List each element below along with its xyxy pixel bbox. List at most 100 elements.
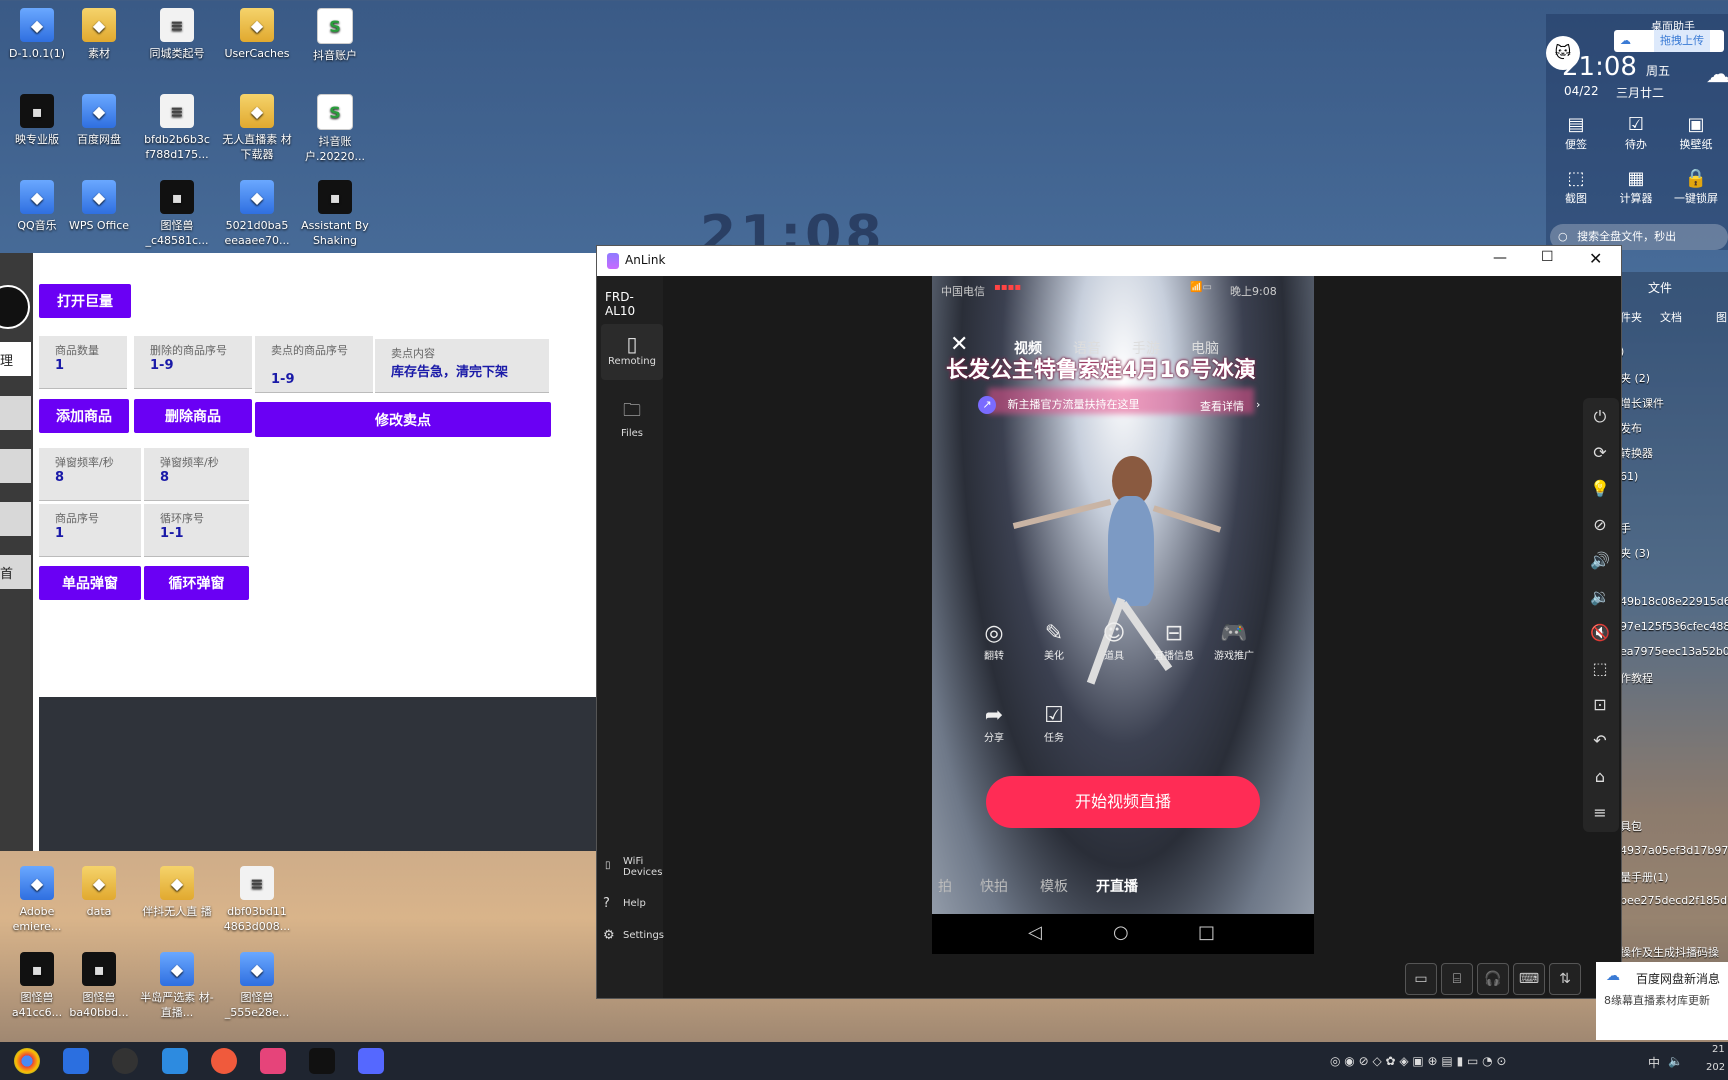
desktop-icon[interactable]: ◆ 半岛严选素 材-直播... (140, 952, 214, 1020)
field-selling-content[interactable]: 卖点内容 库存告急，清完下架 (375, 339, 549, 393)
baidu-notification[interactable]: ☁ 百度网盘新消息 8缘幕直播素材库更新 (1596, 962, 1728, 1040)
modify-selling-button[interactable]: 修改卖点 (255, 402, 551, 437)
recorder-taskbar-icon[interactable] (211, 1048, 237, 1074)
minimize-button[interactable]: — (1493, 250, 1507, 266)
tray-icons[interactable]: ◎ ◉ ⊘ ◇ ✿ ◈ ▣ ⊕ ▤ ▮ ▭ ◔ ⊙ (1330, 1054, 1506, 1068)
assistant-taskbar-icon[interactable] (309, 1048, 335, 1074)
desktop-icon[interactable]: ≡ dbf03bd11 4863d008... (220, 866, 294, 934)
field-delete-index[interactable]: 删除的商品序号 1-9 (134, 336, 252, 389)
device-toggle-button[interactable]: ⌸ (1441, 963, 1473, 995)
widget-todo[interactable]: ☑ 待办 (1606, 114, 1666, 152)
bulb-icon[interactable]: 💡 (1585, 474, 1615, 504)
nav-files[interactable]: 🗀 Files (601, 398, 663, 439)
nav-remoting[interactable]: ▯ Remoting (601, 324, 663, 380)
back-icon[interactable]: ◁ (1028, 922, 1042, 943)
widget-lock[interactable]: 🔒 一键锁屏 (1666, 168, 1726, 206)
sidebar-item-4[interactable] (0, 502, 31, 536)
clock-time[interactable]: 21 (1712, 1044, 1725, 1055)
widget-screenshot[interactable]: ⬚ 截图 (1546, 168, 1606, 206)
record-area-icon[interactable]: ⊡ (1585, 690, 1615, 720)
upload-button[interactable]: ☁ 拖拽上传 (1614, 30, 1724, 52)
baidu-netdisk-taskbar-icon[interactable] (63, 1048, 89, 1074)
tool-props[interactable]: ☺ 道具 (1084, 621, 1144, 662)
recents-icon[interactable]: □ (1198, 922, 1215, 943)
widget-calculator[interactable]: ▦ 计算器 (1606, 168, 1666, 206)
avatar-circle[interactable] (0, 285, 30, 329)
layout-toggle-button[interactable]: ▭ (1405, 963, 1437, 995)
notice-bar[interactable]: ↗ 新主播官方流量扶持在这里 查看详情 › (978, 396, 1268, 422)
undo-icon[interactable]: ↶ (1585, 726, 1615, 756)
sidebar-item-home[interactable]: 首 (0, 555, 31, 589)
mute-icon[interactable]: 🔇 (1585, 618, 1615, 648)
file-result-item[interactable]: 97e125f536cfec488 (1620, 620, 1728, 633)
desktop-icon[interactable]: ◆ 百度网盘 (62, 94, 136, 147)
anlink-taskbar-icon[interactable] (358, 1048, 384, 1074)
tool-task[interactable]: ☑ 任务 (1024, 703, 1084, 744)
tool-live-info[interactable]: ⊟ 直播信息 (1144, 621, 1204, 662)
desktop-icon[interactable]: ▪ 图怪兽 ba40bbd... (62, 952, 136, 1020)
headphone-button[interactable]: 🎧 (1477, 963, 1509, 995)
sidebar-item-3[interactable] (0, 449, 31, 483)
home-icon[interactable]: ○ (1113, 922, 1129, 943)
add-product-button[interactable]: 添加商品 (39, 399, 129, 433)
ime-indicator[interactable]: 中 (1648, 1054, 1660, 1071)
desktop-icon[interactable]: ≡ 同城类起号 (140, 8, 214, 61)
file-tab-images[interactable]: 图 (1716, 309, 1727, 325)
field-popup-freq-1[interactable]: 弹窗频率/秒 8 (39, 448, 141, 501)
keyboard-button[interactable]: ⌨ (1513, 963, 1545, 995)
maximize-button[interactable]: ☐ (1541, 249, 1554, 265)
field-loop-index[interactable]: 循环序号 1-1 (144, 504, 249, 557)
bottom-tab-template[interactable]: 模板 (1040, 876, 1068, 896)
desktop-icon[interactable]: S 抖音账 户.20220... (298, 94, 372, 164)
file-result-item[interactable]: 夹 (2) (1620, 370, 1650, 386)
desktop-icon[interactable]: ◆ 素材 (62, 8, 136, 61)
file-result-item[interactable]: 转换器 (1620, 445, 1653, 461)
transfer-button[interactable]: ⇅ (1549, 963, 1581, 995)
desktop-icon[interactable]: ◆ 图怪兽 _555e28e... (220, 952, 294, 1020)
tool-share[interactable]: ➦ 分享 (964, 703, 1024, 744)
single-popup-button[interactable]: 单品弹窗 (39, 566, 141, 600)
file-result-item[interactable]: 49b18c08e22915d67 (1620, 595, 1728, 608)
menu-icon[interactable]: ≡ (1585, 798, 1615, 828)
file-result-item[interactable]: 增长课件 (1620, 395, 1664, 411)
screenshot-icon[interactable]: ⬚ (1585, 654, 1615, 684)
rotate-icon[interactable]: ⟳ (1585, 438, 1615, 468)
chrome-taskbar-icon[interactable] (14, 1048, 40, 1074)
bottom-tab-shoot[interactable]: 拍 (938, 876, 952, 896)
file-result-item[interactable]: 量手册(1) (1620, 869, 1669, 885)
file-result-item[interactable]: 夹 (3) (1620, 545, 1650, 561)
tool-game-promo[interactable]: 🎮 游戏推广 (1204, 621, 1264, 662)
widget-wallpaper[interactable]: ▣ 换壁纸 (1666, 114, 1726, 152)
clock-date[interactable]: 202 (1706, 1062, 1725, 1073)
obs-taskbar-icon[interactable] (112, 1048, 138, 1074)
desktop-icon[interactable]: ◆ 无人直播素 材下载器 (220, 94, 294, 162)
nav-wifi-devices[interactable]: ▯ WiFi Devices (601, 856, 663, 878)
tool-beautify[interactable]: ✎ 美化 (1024, 621, 1084, 662)
open-juliang-button[interactable]: 打开巨量 (39, 284, 131, 318)
widget-note[interactable]: ▤ 便签 (1546, 114, 1606, 152)
home-icon[interactable]: ⌂ (1585, 762, 1615, 792)
power-icon[interactable]: ⏻ (1585, 402, 1615, 432)
phone-mirror-screen[interactable]: 中国电信 ▪▪▪▪ 📶▭ 晚上9:08 ✕ 视频 语音 手游 电脑 长发公主特鲁… (932, 276, 1314, 954)
file-result-item[interactable]: bee275decd2f185db (1620, 894, 1728, 907)
desktop-icon[interactable]: S 抖音账户 (298, 8, 372, 63)
file-result-item[interactable]: 发布 (1620, 420, 1642, 436)
desktop-icon[interactable]: ≡ bfdb2b6b3c f788d175... (140, 94, 214, 162)
start-video-live-button[interactable]: 开始视频直播 (986, 776, 1260, 828)
file-result-item[interactable]: 操作及生成抖播码操 (1620, 944, 1719, 960)
field-selling-index[interactable]: 卖点的商品序号 1-9 (255, 336, 373, 393)
file-result-item[interactable]: ea7975eec13a52b0 (1620, 645, 1728, 658)
bulb-off-icon[interactable]: ⊘ (1585, 510, 1615, 540)
nav-settings[interactable]: ⚙ Settings (601, 928, 664, 943)
desktop-icon[interactable]: ▪ 图怪兽 _c48581c... (140, 180, 214, 248)
desktop-icon[interactable]: ◆ 伴抖无人直 播 (140, 866, 214, 919)
sidebar-item-2[interactable] (0, 396, 31, 430)
file-result-item[interactable]: 61) (1620, 470, 1638, 483)
file-tab-folders[interactable]: 件夹 (1620, 309, 1642, 325)
desktop-icon[interactable]: ◆ data (62, 866, 136, 919)
volume-down-icon[interactable]: 🔉 (1585, 582, 1615, 612)
desktop-icon[interactable]: ◆ UserCaches (220, 8, 294, 61)
design-taskbar-icon[interactable] (260, 1048, 286, 1074)
volume-up-icon[interactable]: 🔊 (1585, 546, 1615, 576)
file-result-item[interactable]: 具包 (1620, 818, 1642, 834)
